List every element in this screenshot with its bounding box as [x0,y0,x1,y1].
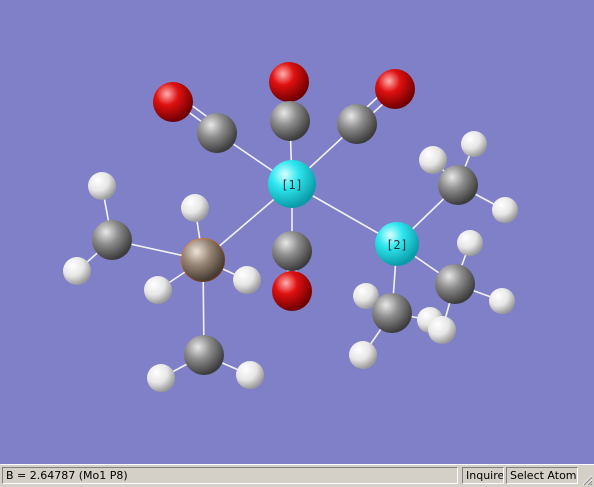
carbon-atom[interactable] [270,101,310,141]
hydrogen-atom[interactable] [236,361,264,389]
atom-label-mo: [1] [281,178,303,192]
carbon-atom[interactable] [337,104,377,144]
molecule-canvas[interactable]: [1] [2] [0,0,594,464]
status-bar: B = 2.64787 (Mo1 P8) Inquire Select Atom… [0,464,594,487]
hydrogen-atom[interactable] [147,364,175,392]
carbon-atom[interactable] [182,239,224,281]
oxygen-atom[interactable] [272,271,312,311]
carbon-atom[interactable] [272,231,312,271]
inquire-mode-indicator: Inquire [462,467,504,484]
hydrogen-atom[interactable] [492,197,518,223]
oxygen-atom[interactable] [153,82,193,122]
carbon-atom[interactable] [92,220,132,260]
hydrogen-atom[interactable] [349,341,377,369]
hydrogen-atom[interactable] [489,288,515,314]
hydrogen-atom[interactable] [461,131,487,157]
carbon-atom[interactable] [184,335,224,375]
hydrogen-atom[interactable] [233,266,261,294]
atom-label-p: [2] [386,238,408,252]
selection-prompt: Select Atom 3 [506,467,578,484]
hydrogen-atom[interactable] [428,316,456,344]
carbon-atom[interactable] [438,165,478,205]
status-message: B = 2.64787 (Mo1 P8) [2,467,458,484]
molecule-viewport[interactable]: [1] [2] [0,0,594,464]
resize-grip-icon[interactable] [581,474,593,486]
hydrogen-atom[interactable] [144,276,172,304]
hydrogen-atom[interactable] [63,257,91,285]
hydrogen-atom[interactable] [181,194,209,222]
oxygen-atom[interactable] [375,69,415,109]
hydrogen-atom[interactable] [88,172,116,200]
carbon-atom[interactable] [372,293,412,333]
hydrogen-atom[interactable] [457,230,483,256]
carbon-atom[interactable] [197,113,237,153]
hydrogen-atom[interactable] [419,146,447,174]
carbon-atom[interactable] [435,264,475,304]
oxygen-atom[interactable] [269,62,309,102]
